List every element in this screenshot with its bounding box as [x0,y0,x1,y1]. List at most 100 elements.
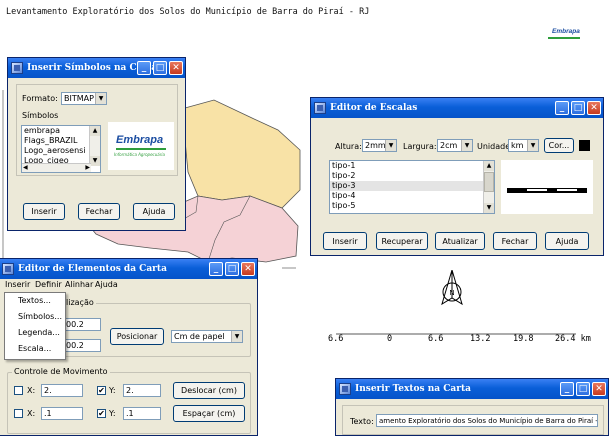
scroll-down-icon[interactable]: ▼ [484,203,494,213]
mov-x1-label: X: [27,386,36,395]
unidade-papel-select[interactable]: Cm de papel ▼ [171,330,243,343]
simbolos-label: Símbolos [22,111,59,120]
scale-label-2: 6.6 [428,334,444,344]
scale-preview [501,160,593,214]
list-item[interactable]: tipo-3 [330,181,494,191]
escalas-titlebar[interactable]: Editor de Escalas _ □ ✕ [311,98,603,118]
simbolos-inserir-button[interactable]: Inserir [23,203,65,220]
unidade-papel-value: Cm de papel [174,332,225,341]
list-item[interactable]: tipo-4 [330,191,494,201]
cor-button[interactable]: Cor... [544,138,574,153]
simbolos-ajuda-button[interactable]: Ajuda [133,203,175,220]
localizacao-y-field[interactable]: 00.2 [63,339,101,352]
close-button[interactable]: ✕ [592,382,606,396]
menu-item-simbolos[interactable]: Símbolos... [5,309,65,325]
espacar-button[interactable]: Espaçar (cm) [173,405,245,422]
minimize-button[interactable]: _ [137,61,151,75]
simbolos-scrollbar[interactable]: ▲ ▼ [89,126,100,166]
deslocar-button[interactable]: Deslocar (cm) [173,382,245,399]
texto-field[interactable]: amento Exploratório dos Solos do Municíp… [376,414,598,427]
menu-definir[interactable]: Definir [35,280,62,289]
mov-y2-field[interactable]: .1 [123,407,161,420]
map-region-yellow [184,99,301,209]
maximize-button[interactable]: □ [576,382,590,396]
escalas-fechar-button[interactable]: Fechar [493,232,537,250]
elementos-window: Editor de Elementos da Carta _ □ ✕ Inser… [0,258,258,436]
localizacao-x-field[interactable]: 00.2 [63,318,101,331]
menu-inserir[interactable]: Inserir [5,280,30,289]
scroll-down-icon[interactable]: ▼ [90,156,100,166]
chevron-down-icon[interactable]: ▼ [461,140,472,151]
maximize-button[interactable]: □ [571,101,585,115]
scroll-thumb[interactable] [484,172,494,192]
mov-y1-field[interactable]: 2. [123,384,161,397]
embrapa-preview-logo: Embrapa [116,134,164,146]
list-item[interactable]: tipo-2 [330,171,494,181]
largura-label: Largura: [403,142,437,151]
scroll-right-icon[interactable]: ▶ [85,164,90,171]
close-button[interactable]: ✕ [169,61,183,75]
unidade-value: km [511,141,524,150]
scroll-up-icon[interactable]: ▲ [90,126,100,136]
chevron-down-icon[interactable]: ▼ [95,93,106,104]
altura-label: Altura: [335,142,362,151]
simbolos-window: Inserir Símbolos na Carta _ □ ✕ Formato:… [7,57,186,231]
mov-y1-label: Y: [109,386,116,395]
chevron-down-icon[interactable]: ▼ [527,140,538,151]
scroll-left-icon[interactable]: ◀ [23,164,28,171]
mov-y2-label: Y: [109,409,116,418]
unidade-select[interactable]: km ▼ [508,139,539,152]
escalas-scrollbar[interactable]: ▲ ▼ [483,161,494,213]
mov-x1-field[interactable]: 2. [41,384,83,397]
maximize-button[interactable]: □ [153,61,167,75]
scale-label-4: 19.8 [513,334,534,344]
mov-x1-checkbox[interactable] [14,386,23,395]
elementos-titlebar[interactable]: Editor de Elementos da Carta _ □ ✕ [0,259,257,279]
inserir-menu-popup: Textos... Símbolos... Legenda... Escala.… [4,292,66,360]
formato-select[interactable]: BITMAP ▼ [61,92,107,105]
scale-label-1: 0 [387,334,393,344]
scale-preview-bar-white [527,189,547,191]
minimize-button[interactable]: _ [555,101,569,115]
menu-ajuda[interactable]: Ajuda [95,280,118,289]
escalas-ajuda-button[interactable]: Ajuda [545,232,589,250]
altura-select[interactable]: 2mm ▼ [362,139,397,152]
menu-item-textos[interactable]: Textos... [5,293,65,309]
minimize-button[interactable]: _ [209,262,223,276]
mov-x2-field[interactable]: .1 [41,407,83,420]
list-item[interactable]: tipo-1 [330,161,494,171]
escalas-inserir-button[interactable]: Inserir [323,232,367,250]
menu-alinhar[interactable]: Alinhar [65,280,93,289]
texto-label: Texto: [350,417,374,426]
simbolos-fechar-button[interactable]: Fechar [78,203,120,220]
window-app-icon [11,62,23,74]
scroll-up-icon[interactable]: ▲ [484,161,494,171]
simbolos-list[interactable]: embrapa Flags_BRAZIL Logo_aerosensi Logo… [21,125,101,173]
menu-item-legenda[interactable]: Legenda... [5,325,65,341]
maximize-button[interactable]: □ [225,262,239,276]
window-app-icon [314,102,326,114]
textos-window: Inserir Textos na Carta _ □ ✕ Texto: ame… [335,378,609,436]
minimize-button[interactable]: _ [560,382,574,396]
scale-preview-bar-white [557,189,577,191]
chevron-down-icon[interactable]: ▼ [385,140,396,151]
escalas-recuperar-button[interactable]: Recuperar [376,232,428,250]
textos-titlebar[interactable]: Inserir Textos na Carta _ □ ✕ [336,379,608,399]
menu-item-escala[interactable]: Escala... [5,341,65,357]
color-swatch[interactable] [579,140,590,151]
list-item[interactable]: tipo-5 [330,201,494,211]
close-button[interactable]: ✕ [587,101,601,115]
simbolos-titlebar[interactable]: Inserir Símbolos na Carta _ □ ✕ [8,58,185,78]
largura-select[interactable]: 2cm ▼ [437,139,473,152]
chevron-down-icon[interactable]: ▼ [231,331,242,342]
window-app-icon [339,383,351,395]
close-button[interactable]: ✕ [241,262,255,276]
escalas-list[interactable]: tipo-1 tipo-2 tipo-3 tipo-4 tipo-5 ▲ ▼ [329,160,495,214]
mov-x2-checkbox[interactable] [14,409,23,418]
posicionar-button[interactable]: Posicionar [110,328,164,345]
mov-y1-checkbox[interactable]: ✔ [97,386,106,395]
mov-y2-checkbox[interactable]: ✔ [97,409,106,418]
escalas-atualizar-button[interactable]: Atualizar [435,232,485,250]
scale-label-3: 13.2 [470,334,491,344]
simbolos-hscrollbar[interactable]: ◀ ▶ [22,163,91,172]
